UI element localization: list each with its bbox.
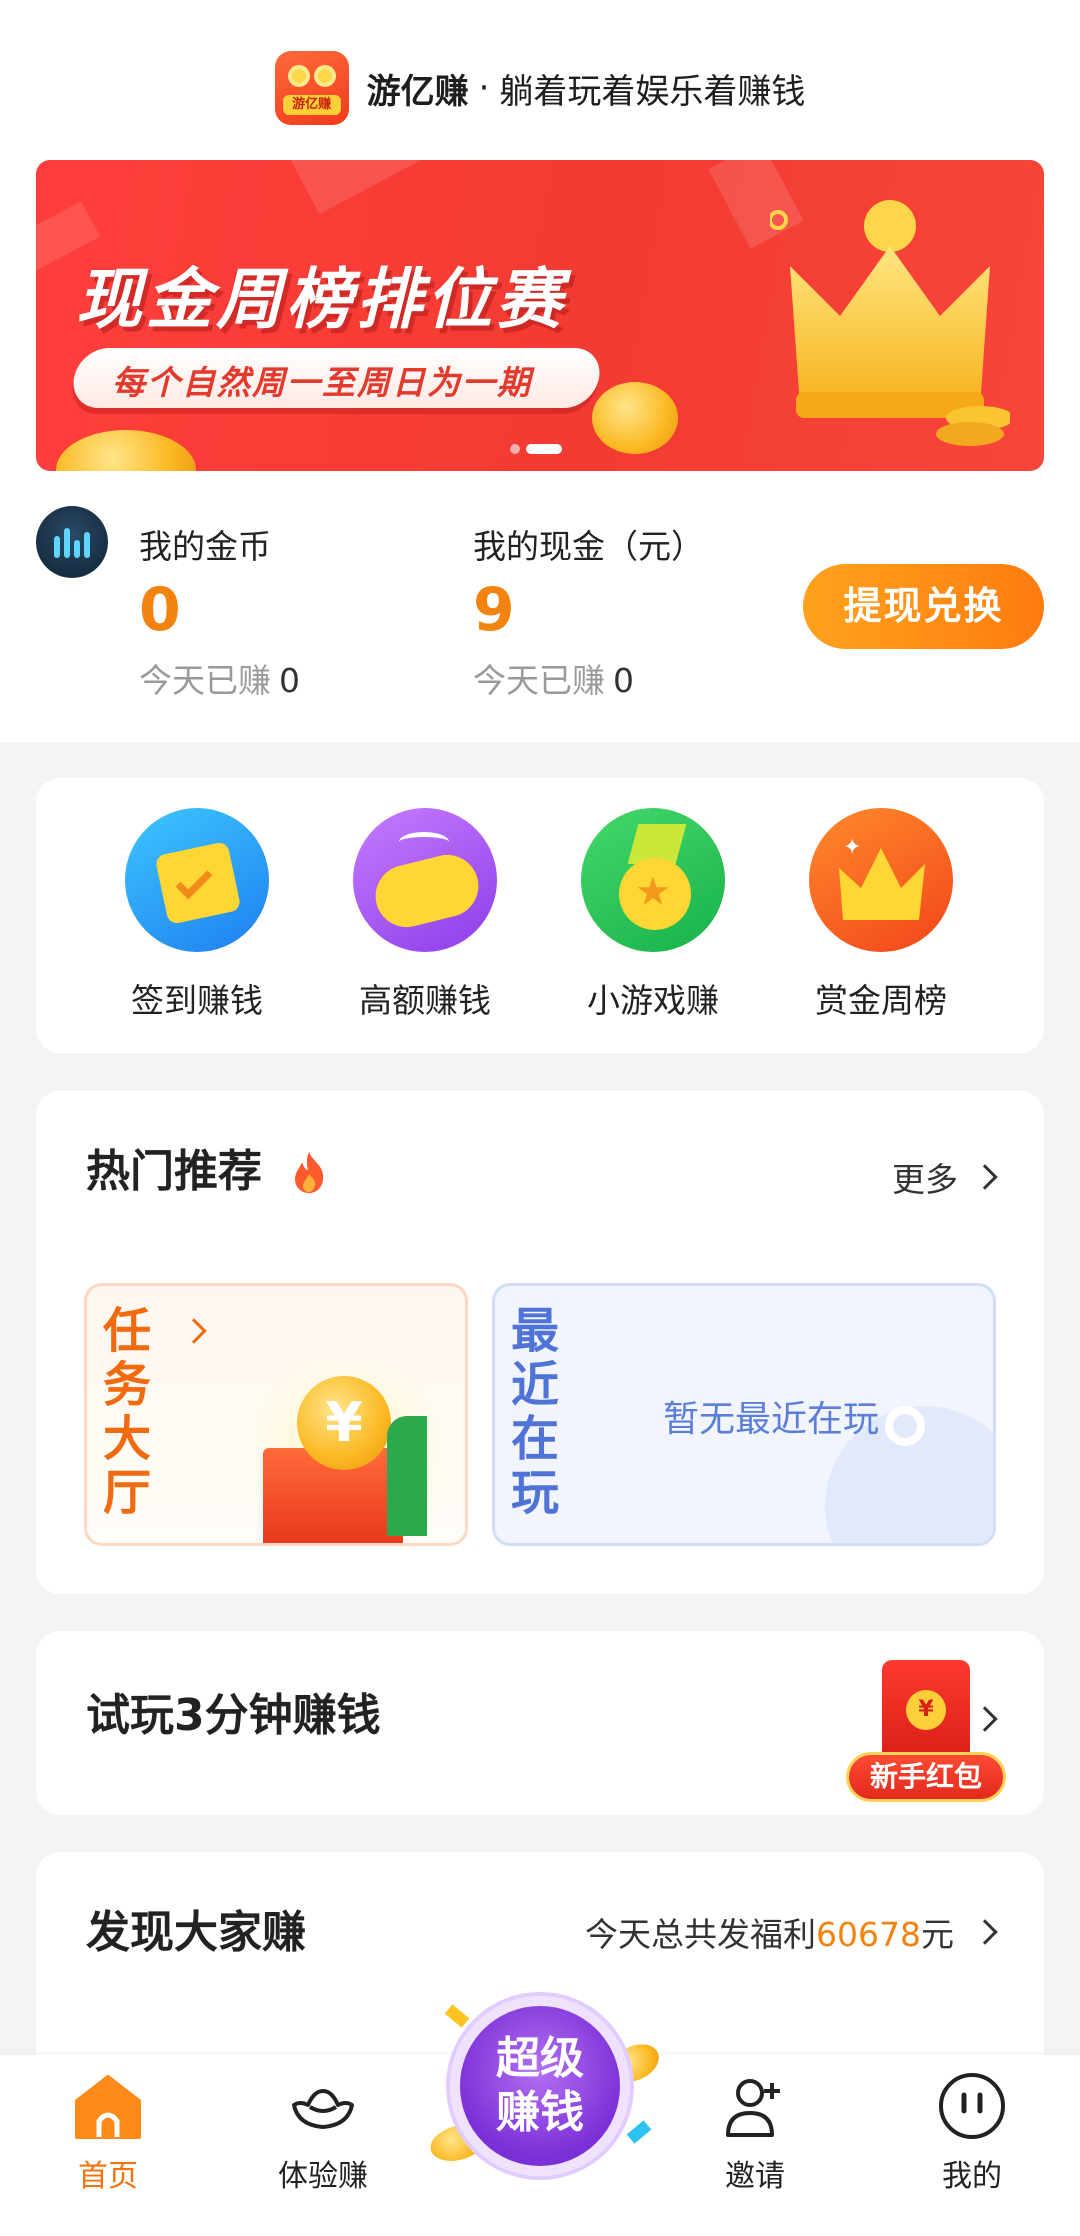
withdraw-button[interactable]: 提现兑换 xyxy=(803,564,1044,649)
coins-today: 今天已赚 0 xyxy=(139,661,300,700)
face-icon xyxy=(937,2071,1007,2141)
tab-home[interactable]: 首页 xyxy=(33,2071,183,2195)
cash-today-value: 0 xyxy=(613,661,634,700)
app-header: 游亿赚 游亿赚 · 躺着玩着娱乐着赚钱 xyxy=(0,50,1080,126)
fire-icon xyxy=(291,1150,327,1194)
coins-value: 0 xyxy=(139,575,181,645)
quick-entry-high-reward[interactable]: 高额赚钱 xyxy=(330,808,520,1022)
app-slogan: 躺着玩着娱乐着赚钱 xyxy=(499,71,806,112)
recent-empty-text: 暂无最近在玩 xyxy=(663,1399,880,1440)
tab-invite[interactable]: 邀请 xyxy=(680,2071,830,2195)
crown-icon: ✦ xyxy=(809,808,953,952)
star-medal-icon: ★ xyxy=(581,808,725,952)
chevron-right-icon xyxy=(972,1919,998,1945)
ingot-icon xyxy=(288,2071,358,2141)
header-separator: · xyxy=(478,68,490,108)
super-earn-line1: 超级 xyxy=(496,2033,584,2084)
newbie-redpack[interactable]: ¥ 新手红包 xyxy=(846,1660,1006,1808)
task-hall-tile[interactable]: 任务大厅 ¥ xyxy=(84,1283,468,1546)
redpack-label: 新手红包 xyxy=(846,1752,1006,1802)
cash-panel: 我的现金（元） 9 今天已赚 0 xyxy=(473,520,704,702)
home-icon xyxy=(73,2071,143,2141)
quick-entry-bounty-rank[interactable]: ✦ 赏金周榜 xyxy=(786,808,976,1022)
welfare-amount: 60678 xyxy=(816,1915,921,1954)
banner-pagination xyxy=(510,444,562,454)
quick-entry-label: 高额赚钱 xyxy=(359,981,491,1020)
trial-title: 试玩3分钟赚钱 xyxy=(86,1690,381,1741)
promo-banner[interactable]: 现金周榜排位赛 每个自然周一至周日为一期 xyxy=(36,160,1044,471)
hot-recommend-section: 热门推荐 更多 任务大厅 ¥ 最近在玩 暂无最近在玩 xyxy=(36,1091,1044,1594)
banner-title: 现金周榜排位赛 xyxy=(76,261,566,338)
avatar[interactable] xyxy=(36,506,108,578)
recent-play-tile[interactable]: 最近在玩 暂无最近在玩 xyxy=(492,1283,996,1546)
cash-value: 9 xyxy=(473,575,515,645)
chevron-right-icon xyxy=(181,1318,207,1344)
add-user-icon xyxy=(720,2071,790,2141)
quick-entry-mini-games[interactable]: ★ 小游戏赚 xyxy=(558,808,748,1022)
tab-experience[interactable]: 体验赚 xyxy=(248,2071,398,2195)
crown-icon xyxy=(770,200,1010,446)
hot-more-link[interactable]: 更多 xyxy=(892,1153,998,1201)
coins-label: 我的金币 xyxy=(139,527,271,566)
quick-entry-label: 小游戏赚 xyxy=(587,981,719,1020)
coins-today-value: 0 xyxy=(279,661,300,700)
calendar-check-icon xyxy=(125,808,269,952)
cash-today: 今天已赚 0 xyxy=(473,661,634,700)
banner-subtitle: 每个自然周一至周日为一期 xyxy=(112,363,532,402)
chevron-right-icon xyxy=(972,1164,998,1190)
quick-entry-label: 签到赚钱 xyxy=(131,981,263,1020)
quick-entry-label: 赏金周榜 xyxy=(815,981,947,1020)
cash-label: 我的现金（元） xyxy=(473,527,704,566)
svg-text:✦: ✦ xyxy=(843,835,861,860)
gift-box-icon: ¥ xyxy=(237,1356,457,1543)
tab-mine[interactable]: 我的 xyxy=(897,2071,1047,2195)
quick-entries: 签到赚钱 高额赚钱 ★ 小游戏赚 ✦ 赏金周榜 xyxy=(36,778,1044,1053)
app-logo: 游亿赚 xyxy=(274,51,349,125)
task-hall-label: 任务大厅 xyxy=(102,1303,151,1521)
app-logo-text: 游亿赚 xyxy=(282,95,341,115)
super-earn-button[interactable]: 超级 赚钱 xyxy=(450,1996,630,2176)
coins-panel: 我的金币 0 今天已赚 0 xyxy=(139,520,300,702)
discover-summary-link[interactable]: 今天总共发福利60678元 xyxy=(585,1908,998,1956)
recent-play-label: 最近在玩 xyxy=(510,1303,559,1521)
app-name: 游亿赚 xyxy=(366,71,469,112)
discover-title: 发现大家赚 xyxy=(86,1907,306,1958)
hot-title: 热门推荐 xyxy=(86,1135,327,1199)
quick-entry-checkin[interactable]: 签到赚钱 xyxy=(102,808,292,1022)
super-earn-line2: 赚钱 xyxy=(496,2087,584,2138)
gamepad-icon xyxy=(353,808,497,952)
